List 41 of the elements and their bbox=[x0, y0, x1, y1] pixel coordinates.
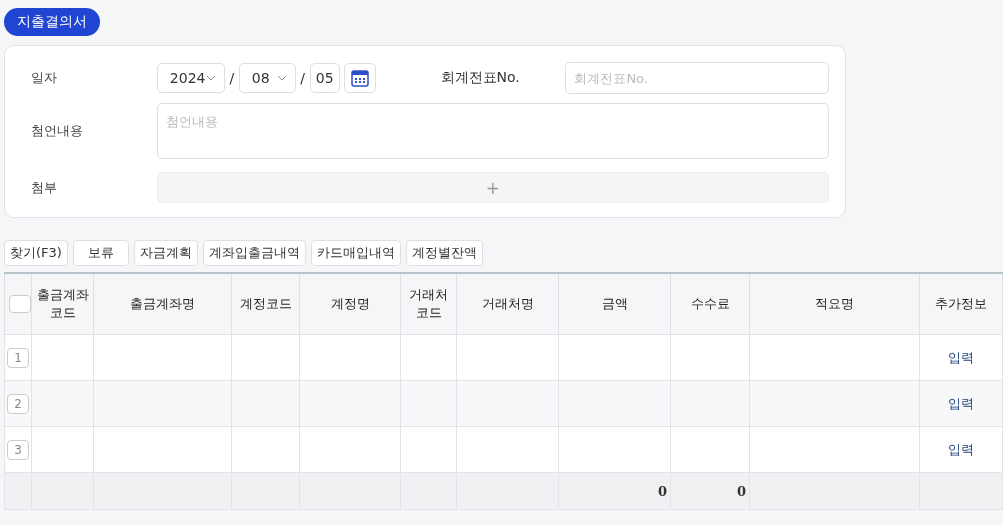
input-link[interactable]: 입력 bbox=[948, 349, 974, 365]
column-header: 출금계좌 코드 bbox=[31, 273, 94, 335]
row-number: 3 bbox=[7, 439, 29, 460]
year-select[interactable]: 2024 bbox=[156, 63, 225, 93]
field-label: 첨언내용 bbox=[31, 122, 84, 140]
toolbar-button[interactable]: 자금계획 bbox=[133, 240, 198, 266]
toolbar-button[interactable]: 계정별잔액 bbox=[405, 240, 483, 266]
voucher-field[interactable]: 회계전표No. bbox=[565, 62, 829, 94]
field-label: 일자 bbox=[31, 69, 58, 87]
input-link[interactable]: 입력 bbox=[948, 441, 974, 457]
fee-total: 0 bbox=[736, 483, 747, 499]
toolbar-button[interactable]: 카드매입내역 bbox=[310, 240, 401, 266]
amount-total: 0 bbox=[657, 483, 668, 499]
select-all-checkbox[interactable] bbox=[9, 295, 31, 314]
column-header: 거래처명 bbox=[456, 273, 559, 335]
page-title-badge: 지출결의서 bbox=[4, 8, 100, 36]
date-separator: / bbox=[299, 70, 307, 86]
month-select[interactable]: 08 bbox=[238, 63, 296, 93]
column-header: 계정코드 bbox=[231, 273, 300, 335]
toolbar-button[interactable]: 계좌입출금내역 bbox=[202, 240, 306, 266]
column-header: 적요명 bbox=[749, 273, 920, 335]
column-header: 계정명 bbox=[299, 273, 401, 335]
column-header: 출금계좌명 bbox=[93, 273, 232, 335]
chevron-icon bbox=[276, 75, 287, 81]
day-field[interactable]: 05 bbox=[309, 63, 340, 93]
column-header: 수수료 bbox=[670, 273, 750, 335]
row-number: 1 bbox=[7, 347, 29, 368]
input-link[interactable]: 입력 bbox=[948, 395, 974, 411]
calendar-button[interactable] bbox=[343, 63, 376, 93]
chevron-icon bbox=[205, 75, 216, 81]
comment-field[interactable]: 첨언내용 bbox=[156, 103, 829, 159]
date-separator: / bbox=[228, 70, 236, 86]
row-number: 2 bbox=[7, 393, 29, 414]
toolbar-button[interactable]: 찾기(F3) bbox=[4, 240, 68, 266]
toolbar-button[interactable]: 보류 bbox=[72, 240, 129, 266]
column-header: 금액 bbox=[558, 273, 671, 335]
field-label: 회계전표No. bbox=[440, 69, 521, 87]
column-header: 추가정보 bbox=[919, 273, 1003, 335]
field-label: 첨부 bbox=[31, 178, 58, 197]
calendar-icon bbox=[350, 69, 369, 87]
column-header: 거래처 코드 bbox=[400, 273, 457, 335]
